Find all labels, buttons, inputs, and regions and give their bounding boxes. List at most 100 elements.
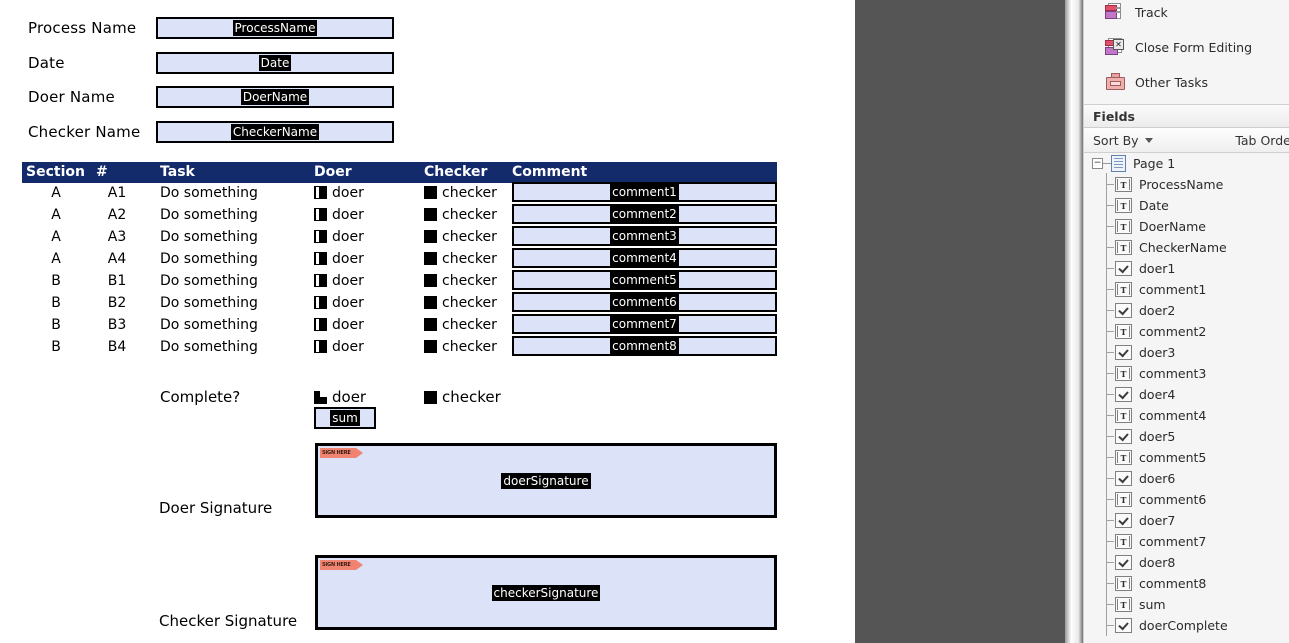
comment-text-field[interactable]: comment3 <box>512 226 777 246</box>
tree-item-doer4[interactable]: doer4 <box>1084 383 1289 405</box>
sum-field[interactable]: sum <box>314 407 376 429</box>
header-field-row: Process Name ProcessName <box>0 13 430 43</box>
checkbox-filled-icon[interactable] <box>424 318 437 331</box>
checkbox-filled-icon[interactable] <box>424 391 437 404</box>
tree-item-comment5[interactable]: Tcomment5 <box>1084 446 1289 468</box>
cell-doer[interactable]: doer <box>314 229 364 245</box>
tree-item-label: doerComplete <box>1139 618 1228 633</box>
comment-text-field[interactable]: comment8 <box>512 336 777 356</box>
checkbox-split-icon[interactable] <box>314 230 327 243</box>
table-row: B B3 Do something doer checker comment7 <box>22 314 777 337</box>
cell-doer[interactable]: doer <box>314 317 364 333</box>
checkbox-filled-icon[interactable] <box>424 340 437 353</box>
tree-item-date[interactable]: T Date <box>1084 194 1289 216</box>
tree-item-doer5[interactable]: doer5 <box>1084 425 1289 447</box>
checkbox-split-icon[interactable] <box>314 186 327 199</box>
cell-doer[interactable]: doer <box>314 251 364 267</box>
checkbox-split-icon[interactable] <box>314 296 327 309</box>
tree-item-doer2[interactable]: doer2 <box>1084 299 1289 321</box>
tree-item-doer3[interactable]: doer3 <box>1084 341 1289 363</box>
comment-text-field[interactable]: comment1 <box>512 182 777 202</box>
chevron-down-icon[interactable] <box>1144 137 1153 143</box>
sort-by-label[interactable]: Sort By <box>1093 133 1139 148</box>
task-item-label: Close Form Editing <box>1135 39 1253 55</box>
complete-checker-checkbox-cell[interactable]: checker <box>424 388 501 406</box>
cell-number: A4 <box>107 251 127 267</box>
tree-item-comment8[interactable]: Tcomment8 <box>1084 572 1289 594</box>
tree-item-doer1[interactable]: doer1 <box>1084 257 1289 279</box>
tab-order-button[interactable]: Tab Order <box>1235 133 1289 148</box>
header-text-field[interactable]: ProcessName <box>156 17 394 39</box>
checker-label: checker <box>442 273 497 289</box>
doer-label: doer <box>332 339 364 355</box>
comment-text-field[interactable]: comment4 <box>512 248 777 268</box>
tree-connector <box>1106 415 1114 416</box>
header-text-field[interactable]: Date <box>156 51 394 74</box>
tree-item-doer8[interactable]: doer8 <box>1084 551 1289 573</box>
tree-item-comment2[interactable]: Tcomment2 <box>1084 320 1289 342</box>
table-row: A A4 Do something doer checker comment4 <box>22 248 777 271</box>
cell-checker[interactable]: checker <box>424 251 497 267</box>
header-field-name: Date <box>258 54 292 71</box>
tree-item-doer7[interactable]: doer7 <box>1084 509 1289 531</box>
checkbox-filled-icon[interactable] <box>424 296 437 309</box>
header-text-field[interactable]: CheckerName <box>156 120 394 143</box>
cell-task: Do something <box>160 229 258 245</box>
cell-checker[interactable]: checker <box>424 295 497 311</box>
cell-doer[interactable]: doer <box>314 207 364 223</box>
checker-signature-field[interactable]: SIGN HERE checkerSignature <box>315 555 777 630</box>
cell-checker[interactable]: checker <box>424 339 497 355</box>
checkbox-filled-icon[interactable] <box>424 230 437 243</box>
cell-checker[interactable]: checker <box>424 229 497 245</box>
comment-text-field[interactable]: comment5 <box>512 270 777 290</box>
tree-item-checkername[interactable]: T CheckerName <box>1084 236 1289 258</box>
comment-field-name: comment2 <box>610 206 679 222</box>
tree-item-doer6[interactable]: doer6 <box>1084 467 1289 489</box>
tree-item-comment1[interactable]: Tcomment1 <box>1084 278 1289 300</box>
cell-checker[interactable]: checker <box>424 207 497 223</box>
tree-connector <box>1106 352 1114 353</box>
tree-item-comment6[interactable]: Tcomment6 <box>1084 488 1289 510</box>
task-item-track[interactable]: Track <box>1084 0 1289 27</box>
comment-field-name: comment7 <box>610 316 679 332</box>
complete-doer-checkbox-cell[interactable]: doer <box>314 388 366 406</box>
cell-doer[interactable]: doer <box>314 295 364 311</box>
tree-item-doername[interactable]: T DoerName <box>1084 215 1289 237</box>
cell-doer[interactable]: doer <box>314 339 364 355</box>
tree-root-page1[interactable]: − Page 1 <box>1084 153 1289 174</box>
task-item-other-tasks[interactable]: Other Tasks <box>1084 67 1289 97</box>
checkbox-filled-icon[interactable] <box>424 208 437 221</box>
checkbox-filled-icon[interactable] <box>424 186 437 199</box>
tree-item-doercomplete[interactable]: doerComplete <box>1084 614 1289 636</box>
cell-checker[interactable]: checker <box>424 317 497 333</box>
tree-item-processname[interactable]: T ProcessName <box>1084 173 1289 195</box>
panel-splitter[interactable] <box>1065 0 1083 643</box>
tree-item-comment4[interactable]: Tcomment4 <box>1084 404 1289 426</box>
tree-item-sum[interactable]: Tsum <box>1084 593 1289 615</box>
checkbox-split-icon[interactable] <box>314 208 327 221</box>
cell-checker[interactable]: checker <box>424 273 497 289</box>
checkbox-split-icon[interactable] <box>314 340 327 353</box>
checker-signature-label: Checker Signature <box>159 612 298 630</box>
header-text-field[interactable]: DoerName <box>156 86 394 108</box>
checkbox-filled-icon[interactable] <box>424 274 437 287</box>
doer-signature-field[interactable]: SIGN HERE doerSignature <box>315 443 777 518</box>
checkbox-split-icon[interactable] <box>314 252 327 265</box>
task-item-close-form-editing[interactable]: ✕ Close Form Editing <box>1084 32 1289 62</box>
checkbox-filled-icon[interactable] <box>424 252 437 265</box>
tree-item-comment7[interactable]: Tcomment7 <box>1084 530 1289 552</box>
comment-text-field[interactable]: comment2 <box>512 204 777 224</box>
collapse-expander-icon[interactable]: − <box>1092 158 1103 169</box>
comment-text-field[interactable]: comment6 <box>512 292 777 312</box>
cell-doer[interactable]: doer <box>314 185 364 201</box>
sign-here-tag: SIGN HERE <box>320 560 363 570</box>
checkbox-split-icon[interactable] <box>314 318 327 331</box>
cell-doer[interactable]: doer <box>314 273 364 289</box>
checkbox-notch-icon[interactable] <box>314 391 327 404</box>
column-header-task: Task <box>160 164 195 180</box>
tree-item-comment3[interactable]: Tcomment3 <box>1084 362 1289 384</box>
cell-checker[interactable]: checker <box>424 185 497 201</box>
comment-text-field[interactable]: comment7 <box>512 314 777 334</box>
checkbox-split-icon[interactable] <box>314 274 327 287</box>
tree-connector <box>1106 268 1114 269</box>
